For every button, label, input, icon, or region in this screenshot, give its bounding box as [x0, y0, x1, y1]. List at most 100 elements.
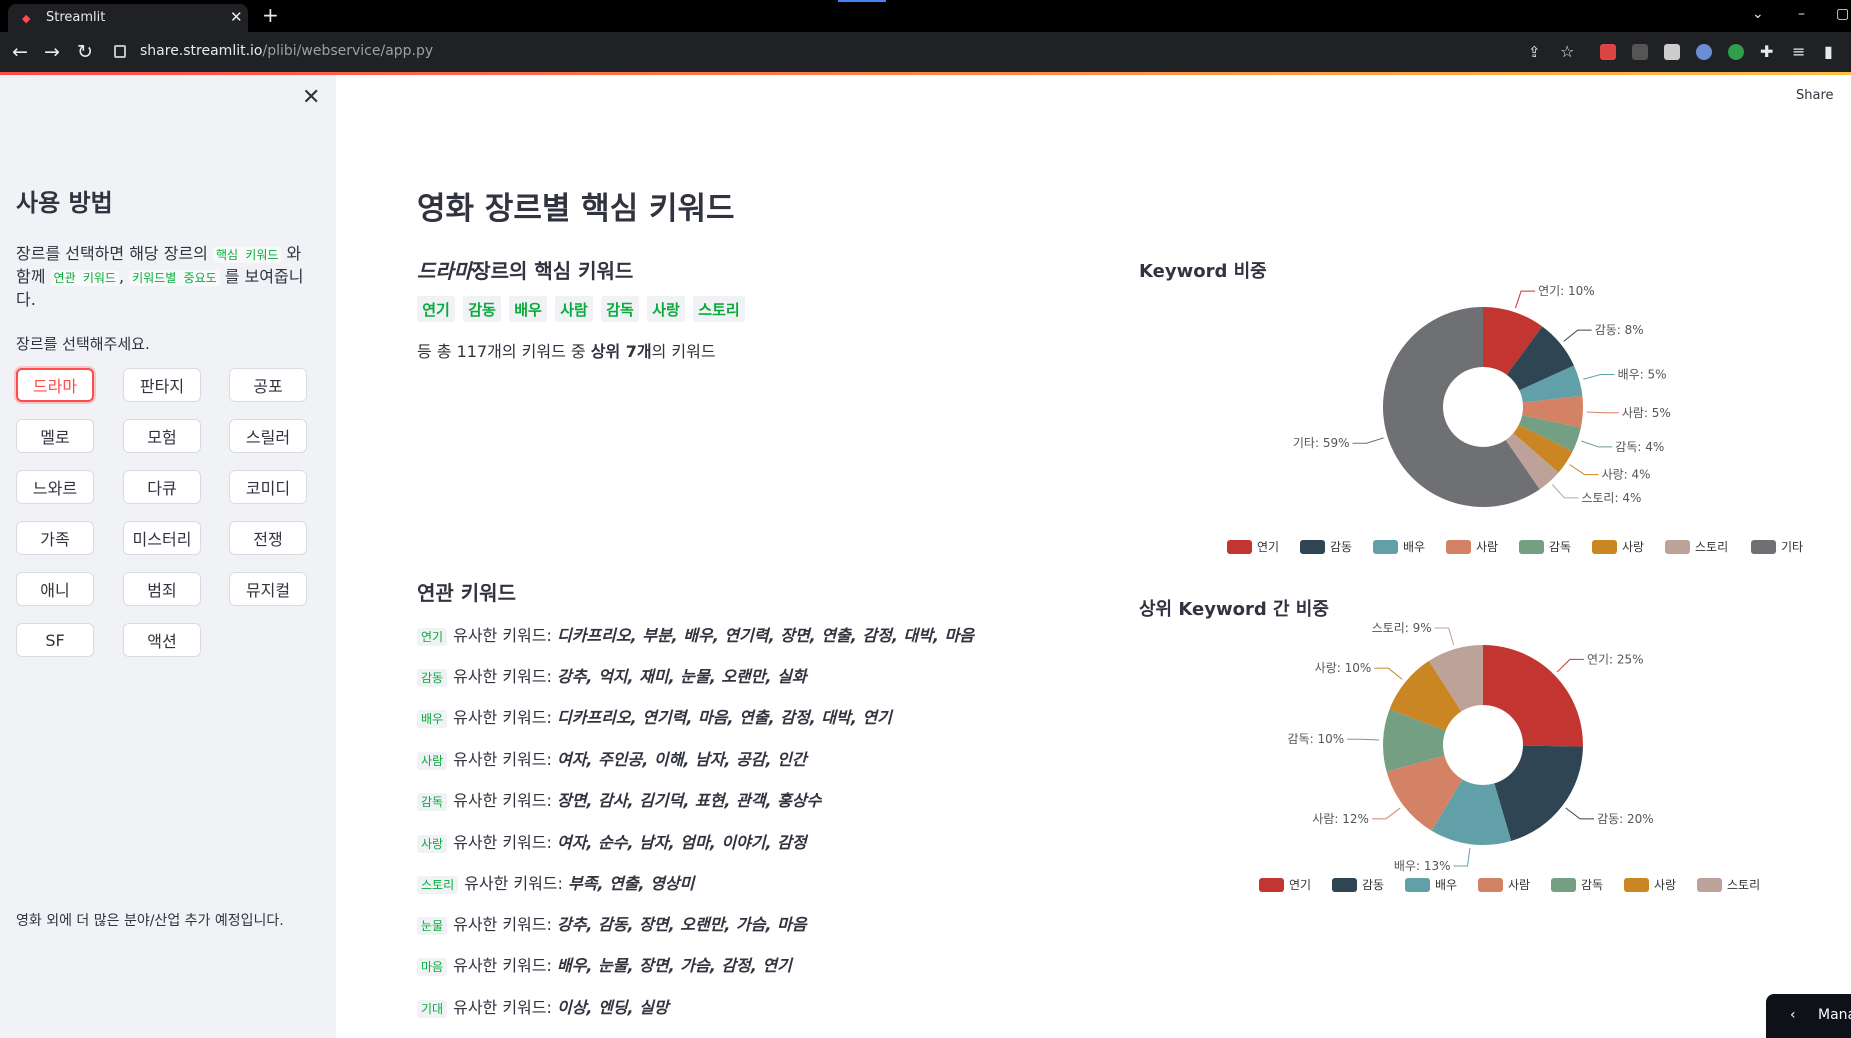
tab-search-icon[interactable]: ⌄ [1752, 6, 1764, 22]
maximize-icon[interactable]: ▢ [1836, 6, 1849, 22]
sidebar-heading: 사용 방법 [16, 189, 113, 217]
genre-button-mystery[interactable]: 미스터리 [123, 521, 201, 555]
close-tab-icon[interactable]: ✕ [230, 8, 243, 26]
extension-icon[interactable] [1632, 44, 1648, 60]
related-kw: 스토리 [417, 876, 459, 894]
legend-label[interactable]: 기타 [1781, 540, 1803, 554]
genre-button-fantasy[interactable]: 판타지 [123, 368, 201, 402]
extension-icon[interactable] [1696, 44, 1712, 60]
label-leader-line [1352, 437, 1384, 444]
genre-button-adventure[interactable]: 모험 [123, 419, 201, 453]
forward-icon[interactable]: → [44, 41, 60, 63]
related-prefix: 유사한 키워드: [453, 708, 557, 727]
legend-label[interactable]: 연기 [1257, 540, 1279, 554]
genre-button-documentary[interactable]: 다큐 [123, 470, 201, 504]
genre-button-drama[interactable]: 드라마 [16, 368, 94, 402]
chart-title-keyword-share: Keyword 비중 [1139, 261, 1267, 282]
legend-label[interactable]: 사람 [1476, 540, 1498, 554]
reload-icon[interactable]: ↻ [77, 41, 93, 63]
share-button[interactable]: Share [1796, 88, 1834, 103]
legend-swatch[interactable] [1227, 540, 1252, 554]
manage-app-button[interactable]: ‹ Mana [1766, 994, 1851, 1038]
slice-label: 사랑: 4% [1602, 468, 1651, 482]
legend-label[interactable]: 사람 [1508, 878, 1530, 892]
legend-label[interactable]: 감동 [1362, 878, 1384, 892]
extension-icon[interactable] [1664, 44, 1680, 60]
slice-label: 배우: 13% [1394, 859, 1451, 873]
genre-button-thriller[interactable]: 스릴러 [229, 419, 307, 453]
genre-button-comedy[interactable]: 코미디 [229, 470, 307, 504]
keyword-chip: 사랑 [647, 296, 685, 322]
genre-button-musical[interactable]: 뮤지컬 [229, 572, 307, 606]
legend-swatch[interactable] [1519, 540, 1544, 554]
minimize-icon[interactable]: – [1798, 6, 1805, 22]
related-kw: 사랑 [417, 835, 448, 853]
related-prefix: 유사한 키워드: [453, 833, 557, 852]
legend-swatch[interactable] [1259, 878, 1284, 892]
total-bold: 상위 7개 [590, 342, 652, 361]
legend-swatch[interactable] [1373, 540, 1398, 554]
legend-swatch[interactable] [1624, 878, 1649, 892]
back-icon[interactable]: ← [12, 41, 28, 63]
related-list: 부족, 연출, 영상미 [568, 874, 695, 893]
legend-label[interactable]: 감동 [1330, 540, 1352, 554]
label-leader-line [1551, 484, 1579, 499]
keyword-share-donut-chart: 연기: 10% 감동: 8% 배우: 5% 사람: 5% 감독: 4% 사랑: 4% 스토리… [1227, 284, 1803, 554]
related-row: 사랑 유사한 키워드: 여자, 순수, 남자, 엄마, 이야기, 감정 [417, 829, 807, 853]
legend-label[interactable]: 배우 [1435, 878, 1457, 892]
genre-button-family[interactable]: 가족 [16, 521, 94, 555]
genre-button-war[interactable]: 전쟁 [229, 521, 307, 555]
sidebar-description: 장르를 선택하면 해당 장르의 핵심 키워드 와 함께 연관 키워드, 키워드별… [16, 243, 321, 310]
genre-button-horror[interactable]: 공포 [229, 368, 307, 402]
url-field[interactable]: share.streamlit.io/plibi/webservice/app.… [140, 43, 433, 59]
legend-swatch[interactable] [1592, 540, 1617, 554]
legend-label[interactable]: 배우 [1403, 540, 1425, 554]
slice-label: 감독: 4% [1615, 440, 1664, 454]
legend-swatch[interactable] [1665, 540, 1690, 554]
side-panel-icon[interactable]: ▮ [1824, 42, 1833, 61]
reading-list-icon[interactable]: ≡ [1792, 42, 1805, 61]
legend-label[interactable]: 감독 [1549, 540, 1571, 554]
related-list: 디카프리오, 연기력, 마음, 연출, 감정, 대박, 연기 [556, 708, 892, 727]
heading-rest: 장르의 핵심 키워드 [472, 259, 634, 283]
share-page-icon[interactable]: ⇪ [1528, 43, 1541, 61]
legend-swatch[interactable] [1405, 878, 1430, 892]
bookmark-star-icon[interactable]: ☆ [1560, 42, 1574, 61]
legend-swatch[interactable] [1551, 878, 1576, 892]
label-leader-line [1371, 807, 1401, 820]
legend-swatch[interactable] [1446, 540, 1471, 554]
keyword-total-text: 등 총 117개의 키워드 중 상위 7개의 키워드 [417, 338, 716, 362]
keyword-chip: 스토리 [693, 296, 745, 322]
related-prefix: 유사한 키워드: [453, 956, 557, 975]
label-leader-line [1453, 848, 1471, 867]
legend-label[interactable]: 사랑 [1654, 878, 1676, 892]
genre-button-animation[interactable]: 애니 [16, 572, 94, 606]
legend-label[interactable]: 연기 [1289, 878, 1311, 892]
slice-label: 기타: 59% [1293, 436, 1350, 450]
legend-swatch[interactable] [1478, 878, 1503, 892]
genre-button-crime[interactable]: 범죄 [123, 572, 201, 606]
legend-swatch[interactable] [1751, 540, 1776, 554]
lock-icon[interactable] [114, 45, 126, 58]
new-tab-icon[interactable]: + [262, 3, 279, 27]
genre-button-noir[interactable]: 느와르 [16, 470, 94, 504]
genre-button-action[interactable]: 액션 [123, 623, 201, 657]
legend-label[interactable]: 스토리 [1727, 878, 1760, 892]
browser-tab[interactable]: ◆ Streamlit ✕ [8, 4, 248, 32]
legend-swatch[interactable] [1332, 878, 1357, 892]
legend-label[interactable]: 스토리 [1695, 540, 1728, 554]
legend-label[interactable]: 사랑 [1622, 540, 1644, 554]
label-leader-line [1374, 667, 1403, 680]
legend-swatch[interactable] [1300, 540, 1325, 554]
tab-title: Streamlit [46, 10, 106, 25]
legend-label[interactable]: 감독 [1581, 878, 1603, 892]
puzzle-extensions-icon[interactable]: ✚ [1760, 42, 1773, 61]
extension-icon[interactable] [1728, 44, 1744, 60]
close-sidebar-icon[interactable]: ✕ [302, 85, 320, 110]
related-kw: 사람 [417, 752, 448, 770]
legend-swatch[interactable] [1697, 878, 1722, 892]
genre-button-sf[interactable]: SF [16, 623, 94, 657]
genre-button-romance[interactable]: 멜로 [16, 419, 94, 453]
extension-icon[interactable] [1600, 44, 1616, 60]
code-keyword-importance: 키워드별 중요도 [129, 270, 220, 286]
